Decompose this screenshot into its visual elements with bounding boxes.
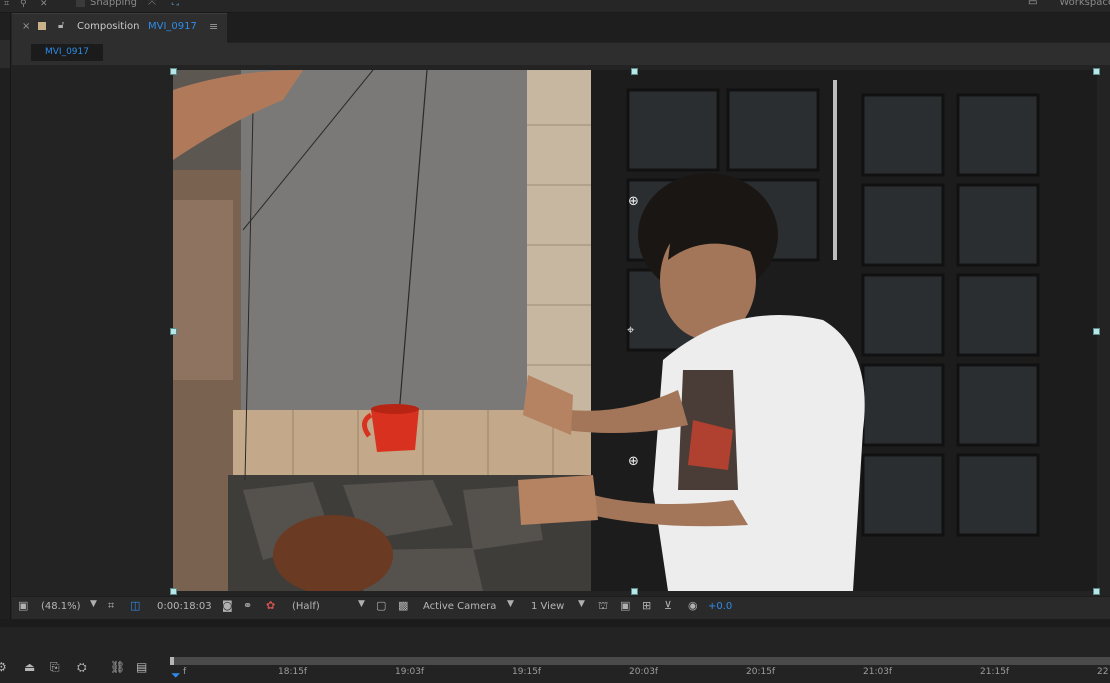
region-of-interest-icon[interactable]: ▢ bbox=[376, 599, 386, 612]
grid-guides-icon[interactable]: ⌗ bbox=[108, 599, 114, 613]
track-point-icon[interactable]: ⊕ bbox=[628, 455, 639, 468]
transform-handle[interactable] bbox=[170, 68, 177, 75]
time-ruler-tick: 19:15f bbox=[512, 667, 542, 677]
close-icon[interactable]: × bbox=[22, 21, 30, 32]
timeline-panel bbox=[0, 627, 1110, 683]
playhead-icon[interactable]: ⏷ bbox=[171, 668, 181, 683]
time-ruler-tick: 19:03f bbox=[395, 667, 425, 677]
transform-handle[interactable] bbox=[1093, 328, 1100, 335]
snap-icon[interactable]: ⤧ bbox=[148, 0, 156, 8]
work-area-bar[interactable] bbox=[172, 657, 1110, 665]
camera-dropdown[interactable]: Active Camera bbox=[423, 601, 496, 612]
transform-handle[interactable] bbox=[1093, 588, 1100, 595]
tab-title: Composition bbox=[77, 21, 140, 32]
pixel-aspect-icon[interactable]: ⛫ bbox=[598, 599, 608, 614]
puppet-icon[interactable]: ⚲ bbox=[20, 0, 27, 9]
hide-shy-layers-icon[interactable]: ⛭ bbox=[77, 660, 87, 675]
snapping-label: Snapping bbox=[90, 0, 137, 8]
time-ruler-tick: 20:03f bbox=[629, 667, 659, 677]
grid-icon[interactable]: ⌗ bbox=[4, 0, 9, 9]
track-point-icon[interactable]: ⊕ bbox=[628, 195, 639, 208]
left-panel-strip bbox=[0, 40, 10, 68]
time-ruler-tick: 18:15f bbox=[278, 667, 308, 677]
composition-navigator-bar bbox=[12, 43, 1110, 65]
chevron-down-icon[interactable]: ▼ bbox=[358, 599, 365, 609]
channel-icon[interactable]: ✿ bbox=[266, 599, 275, 612]
time-ruler-tick: f bbox=[183, 667, 187, 677]
time-ruler-tick: 21:03f bbox=[863, 667, 893, 677]
transform-handle[interactable] bbox=[1093, 68, 1100, 75]
top-toolbar: ⌗ ⚲ ✕ bbox=[0, 0, 1110, 13]
current-time-display[interactable]: 0:00:18:03 bbox=[157, 601, 212, 612]
workspace-icon[interactable]: ▭ bbox=[1028, 0, 1037, 8]
view-layout-dropdown[interactable]: 1 View bbox=[531, 601, 564, 612]
transparency-grid-icon[interactable]: ▩ bbox=[398, 599, 408, 612]
motion-blur-icon[interactable]: ▤ bbox=[136, 660, 147, 674]
left-panel-edge bbox=[0, 13, 11, 625]
anchor-point-icon[interactable]: ⌖ bbox=[627, 324, 634, 337]
magnification-dropdown[interactable]: (48.1%) bbox=[41, 601, 81, 612]
transform-handle[interactable] bbox=[170, 588, 177, 595]
video-frame[interactable] bbox=[173, 70, 1097, 591]
panel-menu-icon[interactable]: ≡ bbox=[209, 20, 218, 33]
always-preview-icon[interactable]: ▣ bbox=[18, 599, 28, 612]
mask-visibility-icon[interactable]: ◫ bbox=[130, 599, 140, 612]
video-frame-image bbox=[173, 70, 1097, 591]
draft-3d-icon[interactable]: ⎘ bbox=[50, 660, 60, 675]
transform-handle[interactable] bbox=[631, 68, 638, 75]
time-ruler-tick: 22 bbox=[1097, 667, 1109, 677]
time-ruler-tick: 20:15f bbox=[746, 667, 776, 677]
reset-exposure-icon[interactable]: ◉ bbox=[688, 599, 698, 612]
resolution-dropdown[interactable]: (Half) bbox=[292, 601, 320, 612]
snapping-checkbox[interactable] bbox=[76, 0, 85, 7]
chevron-down-icon[interactable]: ▼ bbox=[507, 599, 514, 609]
transform-handle[interactable] bbox=[631, 588, 638, 595]
frame-blending-icon[interactable]: ⛓ bbox=[110, 660, 125, 674]
search-icon[interactable]: ⚙ bbox=[0, 660, 7, 674]
panel-divider bbox=[0, 619, 1110, 627]
pin-icon[interactable]: ✕ bbox=[40, 0, 48, 9]
flowchart-icon[interactable]: ⊻ bbox=[664, 599, 672, 612]
workspace-label[interactable]: Workspace bbox=[1059, 0, 1110, 8]
snapshot-icon[interactable]: ◙ bbox=[222, 599, 233, 612]
chevron-down-icon[interactable]: ▼ bbox=[578, 599, 585, 609]
composition-breadcrumb[interactable]: MVI_0917 bbox=[31, 44, 103, 61]
transform-handle[interactable] bbox=[170, 328, 177, 335]
composition-mini-flowchart-icon[interactable]: ⏏ bbox=[24, 660, 35, 674]
chevron-down-icon[interactable]: ▼ bbox=[90, 599, 97, 609]
timeline-icon[interactable]: ⊞ bbox=[642, 599, 651, 612]
snap-option-icon[interactable]: ⛶ bbox=[172, 0, 179, 8]
exposure-value[interactable]: +0.0 bbox=[708, 601, 732, 612]
lock-icon[interactable]: 🔓︎ bbox=[58, 20, 64, 31]
fast-previews-icon[interactable]: ▣ bbox=[620, 599, 630, 612]
show-snapshot-icon[interactable]: ⚭ bbox=[243, 599, 252, 612]
time-ruler-tick: 21:15f bbox=[980, 667, 1010, 677]
tab-comp-name: MVI_0917 bbox=[148, 21, 197, 32]
work-area-start[interactable] bbox=[170, 657, 174, 665]
composition-color-swatch bbox=[38, 22, 46, 30]
